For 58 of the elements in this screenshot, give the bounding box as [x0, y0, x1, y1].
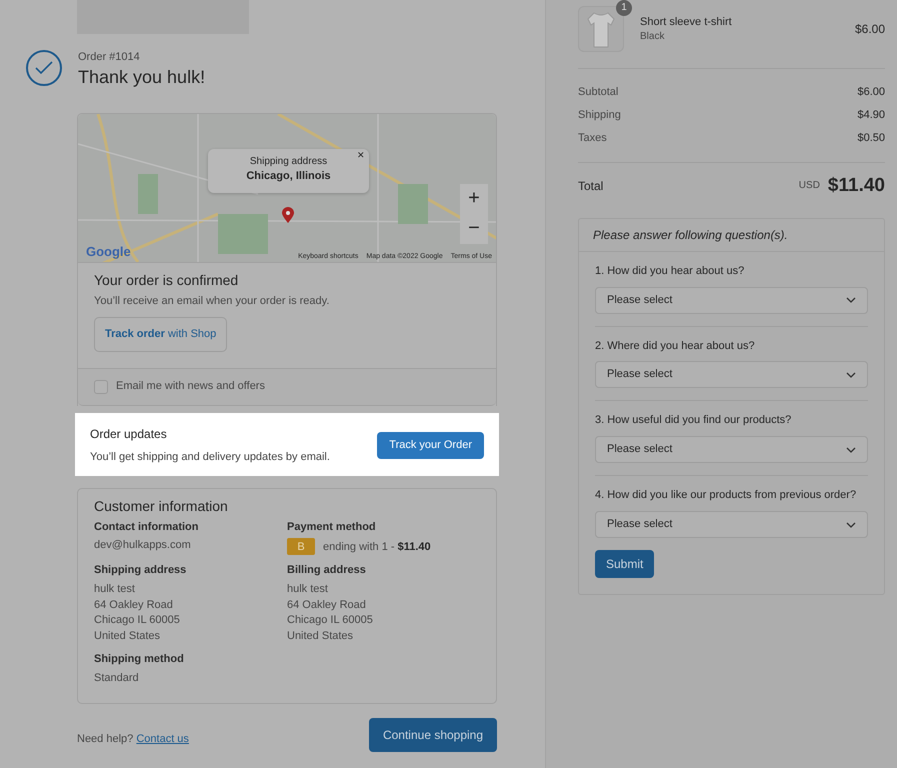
section-heading: Payment method — [287, 520, 377, 534]
product-price: $6.00 — [854, 20, 885, 38]
question-label: 2. Where did you hear about us? — [595, 338, 756, 354]
confirmation-title: Your order is confirmed — [94, 271, 240, 290]
summary-value: $4.90 — [857, 108, 885, 123]
answer-select[interactable]: Please select — [595, 361, 868, 388]
answer-select[interactable]: Please select — [595, 286, 868, 314]
question-label: 1. How did you hear about us? — [595, 264, 746, 279]
help-text: Need help? — [77, 732, 134, 745]
chevron-down-icon — [846, 522, 856, 528]
map-pin-icon — [282, 207, 294, 224]
summary-value: $0.50 — [857, 130, 885, 146]
track-your-order-button[interactable]: Track your Order — [377, 432, 484, 459]
newsletter-checkbox[interactable] — [94, 380, 108, 394]
order-number: Order #1014 — [78, 50, 141, 65]
address-text: hulk test 64 Oakley Road Chicago IL 60005 United States — [94, 582, 181, 644]
map-logo: Google — [86, 242, 131, 260]
answer-select[interactable]: Please select — [595, 511, 868, 538]
close-icon[interactable]: ✕ — [357, 149, 365, 162]
order-updates-title: Order updates — [90, 426, 168, 442]
total-label: Total — [578, 178, 604, 194]
section-heading: Shipping address — [94, 563, 188, 578]
section-heading: Billing address — [287, 563, 367, 578]
newsletter-label: Email me with news and offers — [116, 379, 265, 394]
thank-you-heading: Thank you hulk! — [78, 66, 206, 89]
summary-value: $6.00 — [857, 85, 885, 100]
question-label: 3. How useful did you find our products? — [595, 413, 792, 428]
summary-label: Taxes — [578, 130, 607, 146]
product-name: Short sleeve t-shirt — [640, 14, 733, 30]
section-heading: Shipping method — [94, 652, 185, 668]
summary-label: Subtotal — [578, 85, 618, 100]
checkmark-icon — [26, 50, 62, 86]
payment-text: ending with 1 - $11.40 — [323, 540, 431, 555]
address-text: hulk test 64 Oakley Road Chicago IL 60005 United States — [287, 582, 374, 644]
currency-label: USD — [798, 179, 820, 193]
popup-label: Shipping address — [248, 155, 328, 169]
order-updates-text: You’ll get shipping and delivery updates by email. — [90, 450, 330, 465]
continue-shopping-button[interactable]: Continue shopping — [369, 718, 497, 752]
address-text: dev@hulkapps.com — [94, 538, 192, 554]
address-text: Standard — [94, 671, 140, 686]
submit-button[interactable]: Submit — [595, 550, 654, 578]
popup-place: Chicago, Illinois — [245, 168, 332, 184]
chevron-down-icon — [846, 372, 856, 378]
confirmation-text: You’ll receive an email when your order is ready. — [94, 294, 330, 309]
question-label: 4. How did you like our products from previous order? — [595, 488, 858, 504]
zoom-in-button[interactable]: + — [460, 184, 488, 214]
survey-title: Please answer following question(s). — [579, 218, 884, 252]
customer-information-title: Customer information — [94, 496, 229, 516]
section-heading: Contact information — [94, 520, 200, 534]
zoom-out-button[interactable]: − — [460, 214, 488, 244]
quantity-badge: 1 — [616, 0, 632, 16]
total-value: $11.40 — [828, 174, 885, 198]
summary-label: Shipping — [578, 108, 621, 123]
answer-select[interactable]: Please select — [595, 436, 868, 464]
chevron-down-icon — [846, 297, 856, 304]
chevron-down-icon — [846, 446, 856, 453]
card-brand-icon: B — [287, 538, 315, 556]
product-variant: Black — [640, 30, 666, 44]
